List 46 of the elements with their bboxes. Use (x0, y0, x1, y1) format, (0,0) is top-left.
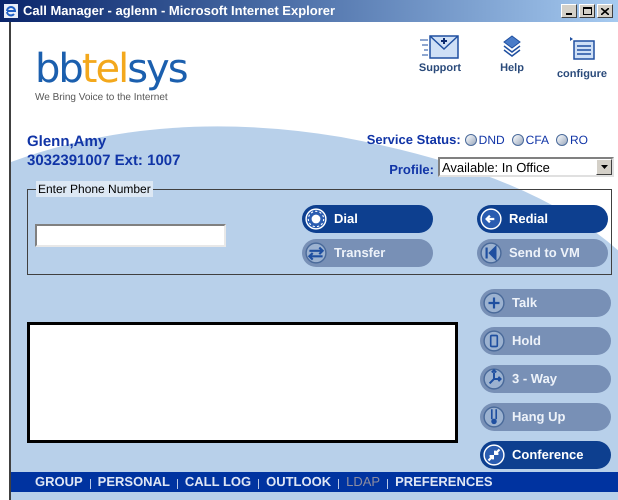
radio-button[interactable] (464, 134, 477, 146)
logo-lettering: bb (35, 48, 82, 90)
call-button[interactable]: Conference (480, 441, 611, 469)
profile-dropdown[interactable]: Available: In Office (438, 157, 614, 178)
layers-icon (502, 34, 522, 60)
nav-link[interactable]: OUTLOOK (266, 472, 332, 492)
hold-icon (483, 330, 505, 352)
logo-lettering: sys (127, 48, 187, 90)
window-title: Call Manager - aglenn - Microsoft Internet Explorer (23, 2, 336, 20)
user-number: 3032391007 Ext: 1007 (27, 151, 180, 170)
logo-lettering: tel (82, 48, 128, 90)
close-icon (601, 8, 609, 14)
logo-tagline: We Bring Voice to the Internet (35, 91, 169, 105)
call-button[interactable]: Dial (302, 205, 433, 233)
nav-link[interactable]: PERSONAL (98, 472, 170, 492)
nav-link[interactable]: PREFERENCES (395, 472, 493, 492)
radio-button[interactable] (556, 134, 568, 146)
phone-entry-legend: Enter Phone Number (36, 181, 153, 197)
close-button[interactable] (597, 4, 613, 18)
toolbar-link[interactable]: Help (500, 60, 524, 76)
call-button[interactable]: Redial (477, 205, 608, 233)
browser-icon (3, 3, 19, 19)
minimize-button[interactable] (561, 4, 577, 18)
phone-number-field[interactable] (35, 224, 226, 247)
nav-link[interactable]: CALL LOG (184, 472, 252, 492)
three-arrows-icon (483, 368, 505, 390)
envelope-icon (420, 34, 460, 60)
toolbar-link[interactable]: configure (556, 66, 608, 82)
dropdown-arrow-icon (600, 165, 608, 170)
radio-label: DND (478, 132, 505, 149)
nav-link[interactable]: GROUP (35, 472, 83, 492)
profile-label: Profile: (389, 160, 434, 178)
user-name: Glenn,Amy (27, 132, 108, 151)
hang-up-icon (483, 406, 505, 428)
dial-icon (305, 208, 327, 230)
toolbar-link[interactable]: Support (418, 60, 462, 76)
radio-button[interactable] (512, 134, 524, 146)
talk-icon (483, 292, 505, 314)
service-status-label: Service Status: (366, 131, 461, 149)
maximize-button[interactable] (579, 4, 595, 18)
radio-label: RO (570, 132, 588, 149)
radio-label: CFA (526, 132, 549, 149)
transfer-arrows-icon (305, 242, 327, 264)
merge-arrows-icon (483, 444, 505, 466)
list-window-icon (568, 35, 596, 61)
voicemail-icon (480, 242, 502, 264)
